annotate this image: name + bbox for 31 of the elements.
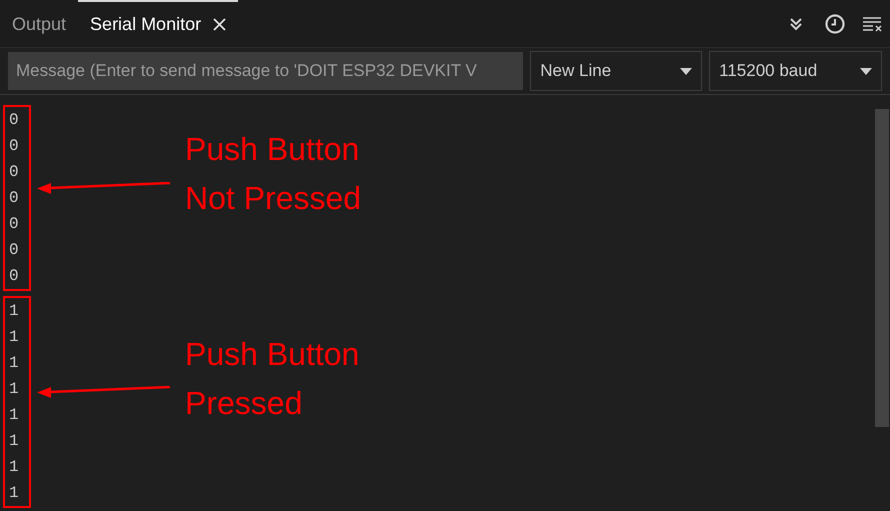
output-line: 1 bbox=[8, 379, 19, 400]
output-line: 1 bbox=[8, 457, 19, 478]
annotation-label: Push Button bbox=[185, 335, 360, 374]
caret-icon bbox=[680, 68, 692, 74]
output-line: 0 bbox=[8, 110, 19, 131]
annotation-label: Pressed bbox=[185, 384, 304, 423]
output-line: 0 bbox=[8, 188, 19, 209]
output-line: 0 bbox=[8, 136, 19, 157]
output-line: 1 bbox=[8, 301, 19, 322]
baud-rate-dropdown[interactable]: 115200 baud bbox=[709, 51, 882, 91]
output-line: 0 bbox=[8, 214, 19, 235]
scrollbar[interactable] bbox=[875, 109, 889, 427]
line-ending-dropdown[interactable]: New Line bbox=[530, 51, 702, 91]
output-line: 0 bbox=[8, 240, 19, 261]
message-field[interactable]: Message (Enter to send message to 'DOIT ESP32 DEVKIT V bbox=[8, 52, 524, 90]
tab[interactable]: Output bbox=[0, 0, 78, 47]
close-icon[interactable] bbox=[213, 18, 226, 31]
output-line: 1 bbox=[8, 327, 19, 348]
clock-icon[interactable] bbox=[825, 14, 845, 34]
double-chevron-down-icon[interactable] bbox=[789, 16, 803, 30]
tab[interactable]: Serial Monitor bbox=[78, 0, 238, 47]
output-line: 1 bbox=[8, 353, 19, 374]
clear-list-icon[interactable] bbox=[862, 16, 883, 32]
output-line: 1 bbox=[8, 431, 19, 452]
annotation-label: Push Button bbox=[185, 130, 360, 169]
output-line: 1 bbox=[8, 483, 19, 504]
output-line: 0 bbox=[8, 266, 19, 287]
caret-icon bbox=[860, 68, 872, 74]
annotation-label: Not Pressed bbox=[185, 179, 362, 218]
output-line: 1 bbox=[8, 405, 19, 426]
output-line: 0 bbox=[8, 162, 19, 183]
